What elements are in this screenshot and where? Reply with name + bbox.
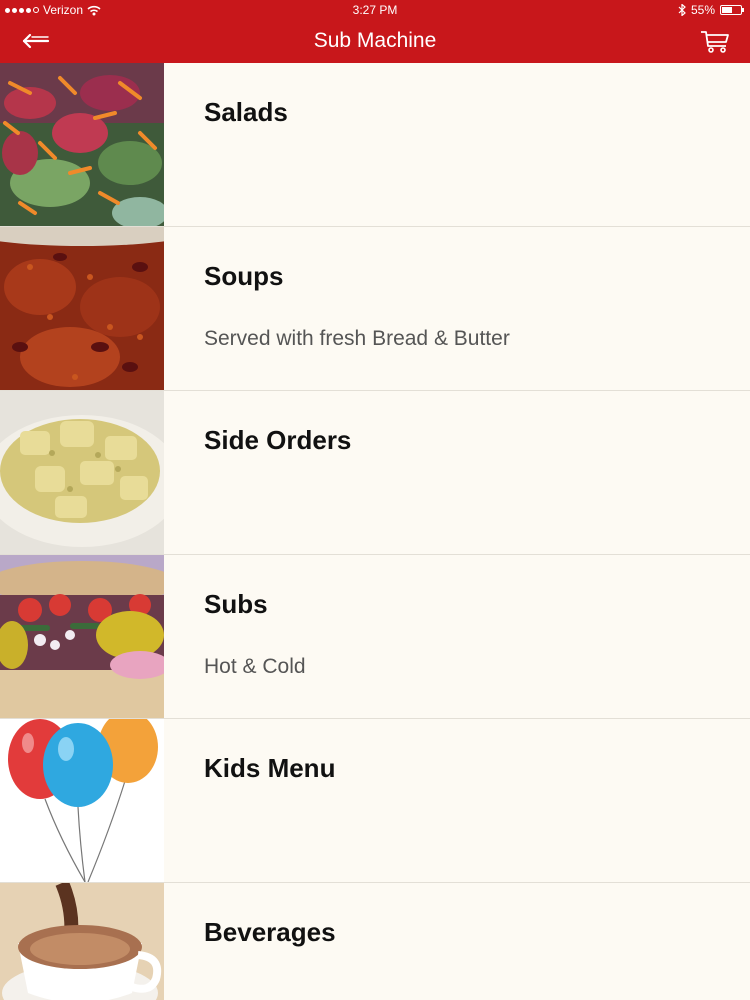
menu-item-side-orders[interactable]: Side Orders xyxy=(0,391,750,555)
sub-sandwich-photo xyxy=(0,555,164,718)
menu-item-title: Side Orders xyxy=(204,425,352,455)
app-header: Verizon 3:27 PM 55% Sub Machine xyxy=(0,0,750,63)
balloons-photo xyxy=(0,719,164,882)
hot-chocolate-photo xyxy=(0,883,164,1000)
battery-level xyxy=(722,7,732,13)
status-right: 55% xyxy=(678,3,744,17)
menu-item-salads[interactable]: Salads xyxy=(0,63,750,227)
menu-item-title: Subs xyxy=(204,589,268,619)
menu-item-subs[interactable]: Subs Hot & Cold xyxy=(0,555,750,719)
potato-salad-photo xyxy=(0,391,164,554)
menu-item-title: Beverages xyxy=(204,917,336,947)
cart-icon xyxy=(701,31,729,53)
menu-item-title: Kids Menu xyxy=(204,753,336,783)
page-title: Sub Machine xyxy=(313,29,437,52)
menu-item-title: Salads xyxy=(204,97,288,127)
status-bar: Verizon 3:27 PM 55% xyxy=(0,0,750,20)
nav-bar: Sub Machine xyxy=(0,20,750,63)
menu-item-title: Soups xyxy=(204,261,284,291)
menu-item-kids-menu[interactable]: Kids Menu xyxy=(0,719,750,883)
menu-item-soups[interactable]: Soups Served with fresh Bread & Butter xyxy=(0,227,750,391)
salad-photo xyxy=(0,63,164,226)
menu-category-list: Salads Soups Served with fresh Bread & B… xyxy=(0,63,750,1000)
chili-soup-photo xyxy=(0,227,164,390)
menu-item-subtitle: Served with fresh Bread & Butter xyxy=(204,327,510,350)
cart-button[interactable] xyxy=(698,28,732,54)
menu-item-subtitle: Hot & Cold xyxy=(204,655,306,678)
battery-icon xyxy=(720,5,744,15)
bluetooth-icon xyxy=(678,4,686,16)
menu-item-beverages[interactable]: Beverages xyxy=(0,883,750,1000)
battery-percent: 55% xyxy=(690,3,715,17)
app-screen: Verizon 3:27 PM 55% Sub Machine Salads S… xyxy=(0,0,750,1000)
clock: 3:27 PM xyxy=(352,3,398,17)
